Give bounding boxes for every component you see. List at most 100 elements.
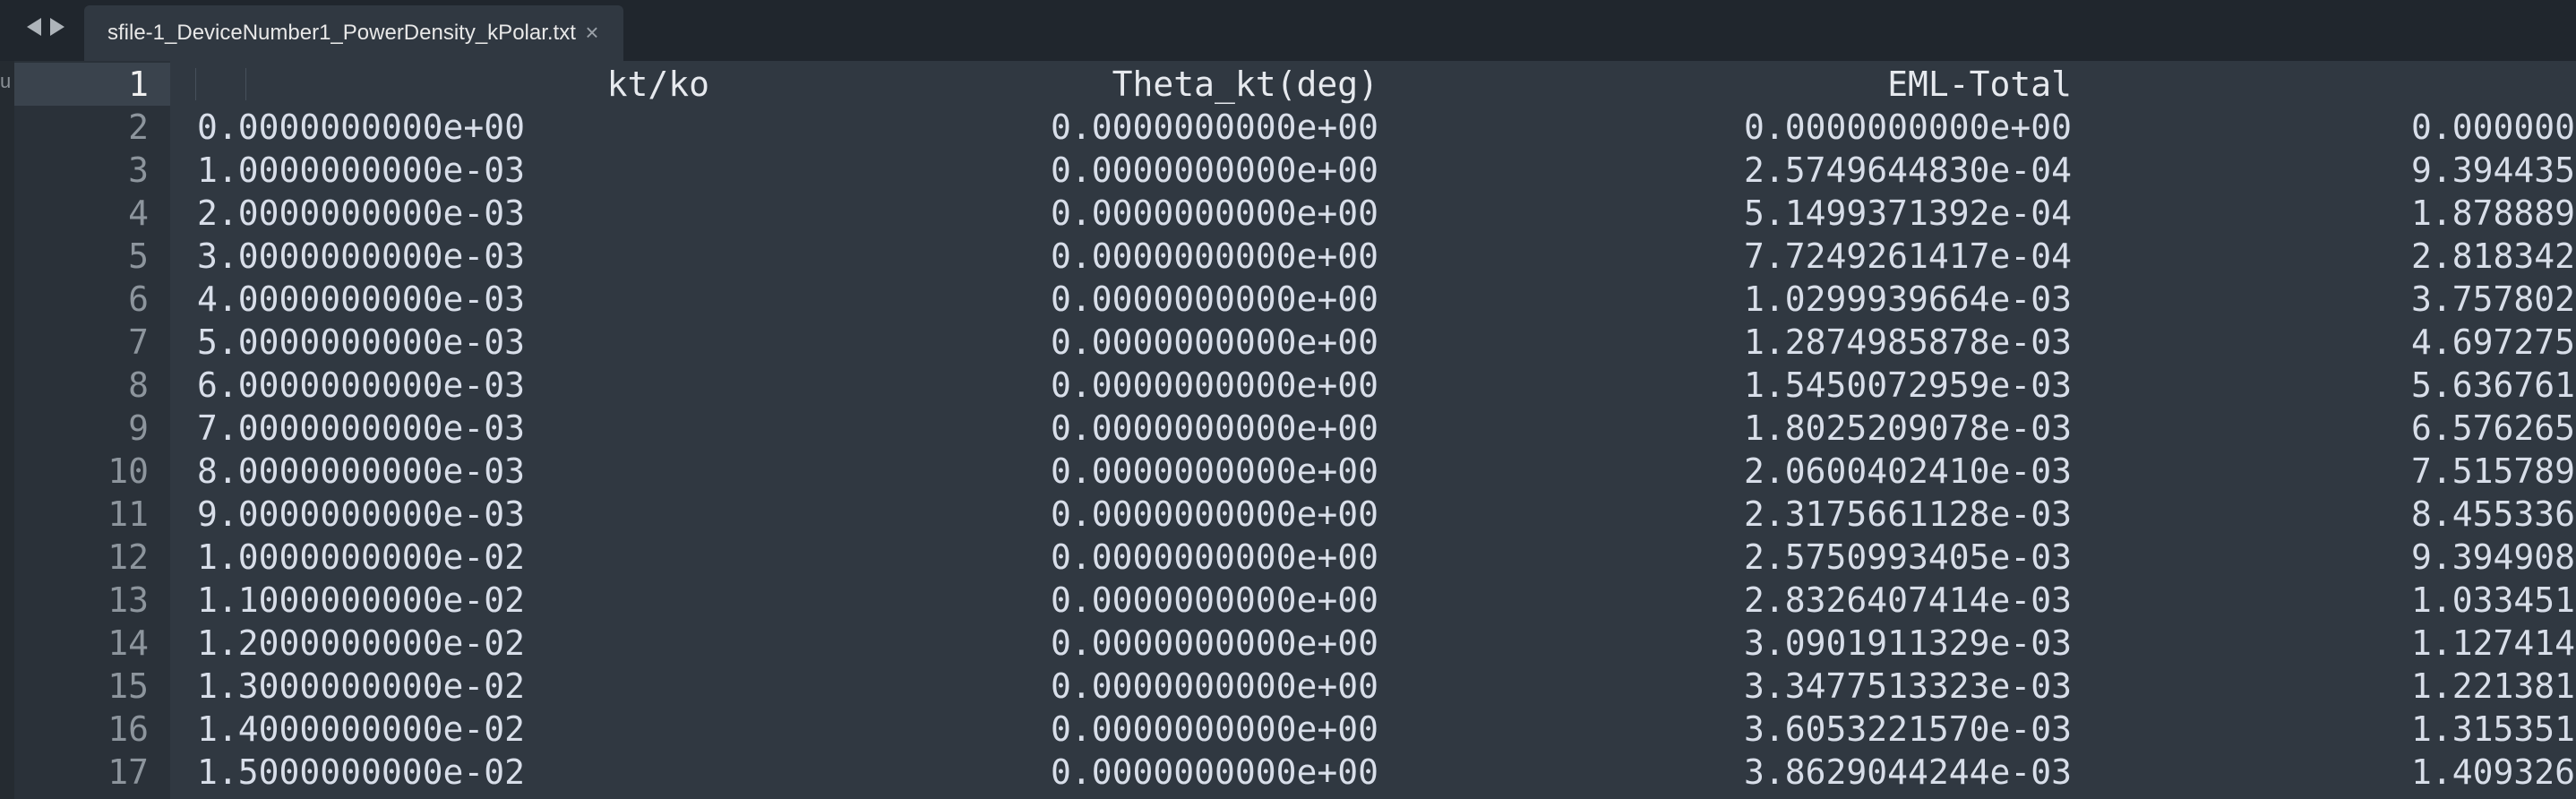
- table-cell: 7.7249261417e-04: [1743, 236, 2072, 276]
- table-cell: 1.0334510353e-03: [2410, 580, 2576, 620]
- table-cell: 3.0901911329e-03: [1743, 623, 2072, 663]
- line-number: 11: [107, 494, 149, 534]
- table-cell: 2.8183420528e-04: [2410, 236, 2576, 276]
- table-row: 0.0000000000e+00 0.0000000000e+00 0.000000…: [170, 106, 2576, 149]
- table-row: 1.5000000000e-02 0.0000000000e+00 3.862904…: [170, 751, 2576, 794]
- table-cell: 5.0000000000e-03: [197, 322, 526, 362]
- table-cell: 0.0000000000e+00: [1050, 107, 1378, 147]
- table-cell: 1.8025209078e-03: [1743, 408, 2072, 448]
- tab-navigation: [27, 18, 64, 36]
- table-cell: 0.0000000000e+00: [1743, 107, 2072, 147]
- column-header: EML-plus: [2072, 63, 2576, 106]
- close-icon[interactable]: ×: [580, 21, 604, 44]
- table-cell: 0.0000000000e+00: [1050, 494, 1378, 534]
- table-cell: 0.0000000000e+00: [1050, 279, 1378, 319]
- table-cell: 0.0000000000e+00: [197, 107, 526, 147]
- table-cell: 3.0000000000e-03: [197, 236, 526, 276]
- back-arrow-icon[interactable]: [27, 18, 41, 36]
- table-cell: 0.0000000000e+00: [1050, 752, 1378, 792]
- line-number: 13: [107, 580, 149, 620]
- table-cell: 7.5157893408e-04: [2410, 451, 2576, 491]
- line-number: 4: [128, 193, 149, 233]
- table-cell: 9.0000000000e-03: [197, 494, 526, 534]
- forward-arrow-icon[interactable]: [50, 18, 64, 36]
- line-number: 14: [107, 623, 149, 663]
- line-number: 8: [128, 365, 149, 405]
- table-cell: 0.0000000000e+00: [1050, 709, 1378, 749]
- side-panel-strip[interactable]: u: [0, 61, 14, 799]
- table-cell: 0.0000000000e+00: [2410, 107, 2576, 147]
- line-number: 7: [128, 322, 149, 362]
- header-line: kt/ko Theta_kt(deg) EML-TotalEML-plus: [170, 63, 2576, 106]
- table-cell: 0.0000000000e+00: [1050, 666, 1378, 706]
- table-cell: 2.5749644830e-04: [1743, 150, 2072, 190]
- table-cell: 0.0000000000e+00: [1050, 322, 1378, 362]
- table-cell: 1.3153515583e-03: [2410, 709, 2576, 749]
- table-cell: 1.4093260549e-03: [2410, 752, 2576, 792]
- tab-bar: sfile-1_DeviceNumber1_PowerDensity_kPola…: [0, 0, 2576, 61]
- table-cell: 3.7578028013e-04: [2410, 279, 2576, 319]
- side-panel-label: u: [0, 70, 12, 92]
- table-cell: 1.5450072959e-03: [1743, 365, 2072, 405]
- line-number: 5: [128, 236, 149, 276]
- table-cell: 0.0000000000e+00: [1050, 150, 1378, 190]
- table-cell: 7.0000000000e-03: [197, 408, 526, 448]
- line-number: 16: [107, 709, 149, 749]
- table-cell: 1.2874985878e-03: [1743, 322, 2072, 362]
- table-cell: 2.5750993405e-03: [1743, 537, 2072, 577]
- line-number: 12: [107, 537, 149, 577]
- table-row: 1.0000000000e-02 0.0000000000e+00 2.575099…: [170, 536, 2576, 579]
- table-cell: 1.2000000000e-02: [197, 623, 526, 663]
- table-cell: 1.1274143355e-03: [2410, 623, 2576, 663]
- column-header: kt/ko: [606, 64, 709, 104]
- line-number: 2: [128, 107, 149, 147]
- table-row: 1.3000000000e-02 0.0000000000e+00 3.347751…: [170, 665, 2576, 708]
- table-cell: 1.4000000000e-02: [197, 709, 526, 749]
- column-header: EML-Total: [1887, 64, 2072, 104]
- file-tab[interactable]: sfile-1_DeviceNumber1_PowerDensity_kPola…: [84, 5, 623, 61]
- table-cell: 0.0000000000e+00: [1050, 451, 1378, 491]
- table-cell: 8.0000000000e-03: [197, 451, 526, 491]
- tab-indent-guide: [195, 68, 196, 100]
- table-cell: 4.0000000000e-03: [197, 279, 526, 319]
- line-number: 17: [107, 752, 149, 792]
- table-cell: 5.1499371392e-04: [1743, 193, 2072, 233]
- table-cell: 5.6367616202e-04: [2410, 365, 2576, 405]
- table-cell: 0.0000000000e+00: [1050, 623, 1378, 663]
- table-cell: 1.0000000000e-02: [197, 537, 526, 577]
- table-cell: 0.0000000000e+00: [1050, 537, 1378, 577]
- table-cell: 4.6972750335e-04: [2410, 322, 2576, 362]
- table-cell: 2.8326407414e-03: [1743, 580, 2072, 620]
- column-header: Theta_kt(deg): [1112, 64, 1378, 104]
- table-row: 3.0000000000e-03 0.0000000000e+00 7.724926…: [170, 235, 2576, 278]
- table-cell: 0.0000000000e+00: [1050, 580, 1378, 620]
- table-row: 1.2000000000e-02 0.0000000000e+00 3.090191…: [170, 622, 2576, 665]
- table-cell: 1.1000000000e-02: [197, 580, 526, 620]
- table-cell: 1.3000000000e-02: [197, 666, 526, 706]
- table-row: 7.0000000000e-03 0.0000000000e+00 1.802520…: [170, 407, 2576, 450]
- line-number: 15: [107, 666, 149, 706]
- line-number: 6: [128, 279, 149, 319]
- table-cell: 1.8788899170e-04: [2410, 193, 2576, 233]
- table-cell: 0.0000000000e+00: [1050, 236, 1378, 276]
- table-row: 6.0000000000e-03 0.0000000000e+00 1.545007…: [170, 364, 2576, 407]
- table-cell: 2.3175661128e-03: [1743, 494, 2072, 534]
- table-row: 1.4000000000e-02 0.0000000000e+00 3.605322…: [170, 708, 2576, 751]
- line-number: 10: [107, 451, 149, 491]
- table-row: 4.0000000000e-03 0.0000000000e+00 1.029993…: [170, 278, 2576, 321]
- table-cell: 1.2213810808e-03: [2410, 666, 2576, 706]
- line-number: 3: [128, 150, 149, 190]
- file-tab-title: sfile-1_DeviceNumber1_PowerDensity_kPola…: [107, 21, 576, 45]
- text-editor[interactable]: kt/koTheta_kt(deg)EML-TotalEML-plus0.000…: [170, 61, 2576, 799]
- table-cell: 9.3944352304e-05: [2410, 150, 2576, 190]
- table-cell: 6.0000000000e-03: [197, 365, 526, 405]
- table-row: 8.0000000000e-03 0.0000000000e+00 2.060040…: [170, 450, 2576, 493]
- table-cell: 1.0299939664e-03: [1743, 279, 2072, 319]
- line-number: 1: [14, 63, 170, 106]
- table-row: 1.1000000000e-02 0.0000000000e+00 2.832640…: [170, 579, 2576, 622]
- table-cell: 0.0000000000e+00: [1050, 408, 1378, 448]
- table-row: 1.0000000000e-03 0.0000000000e+00 2.574964…: [170, 149, 2576, 192]
- table-cell: 1.5000000000e-02: [197, 752, 526, 792]
- table-cell: 3.6053221570e-03: [1743, 709, 2072, 749]
- line-number-gutter: 1 2 3 4 5 6 7 8 9 10 11 12 13 14 15 16 17: [14, 61, 170, 799]
